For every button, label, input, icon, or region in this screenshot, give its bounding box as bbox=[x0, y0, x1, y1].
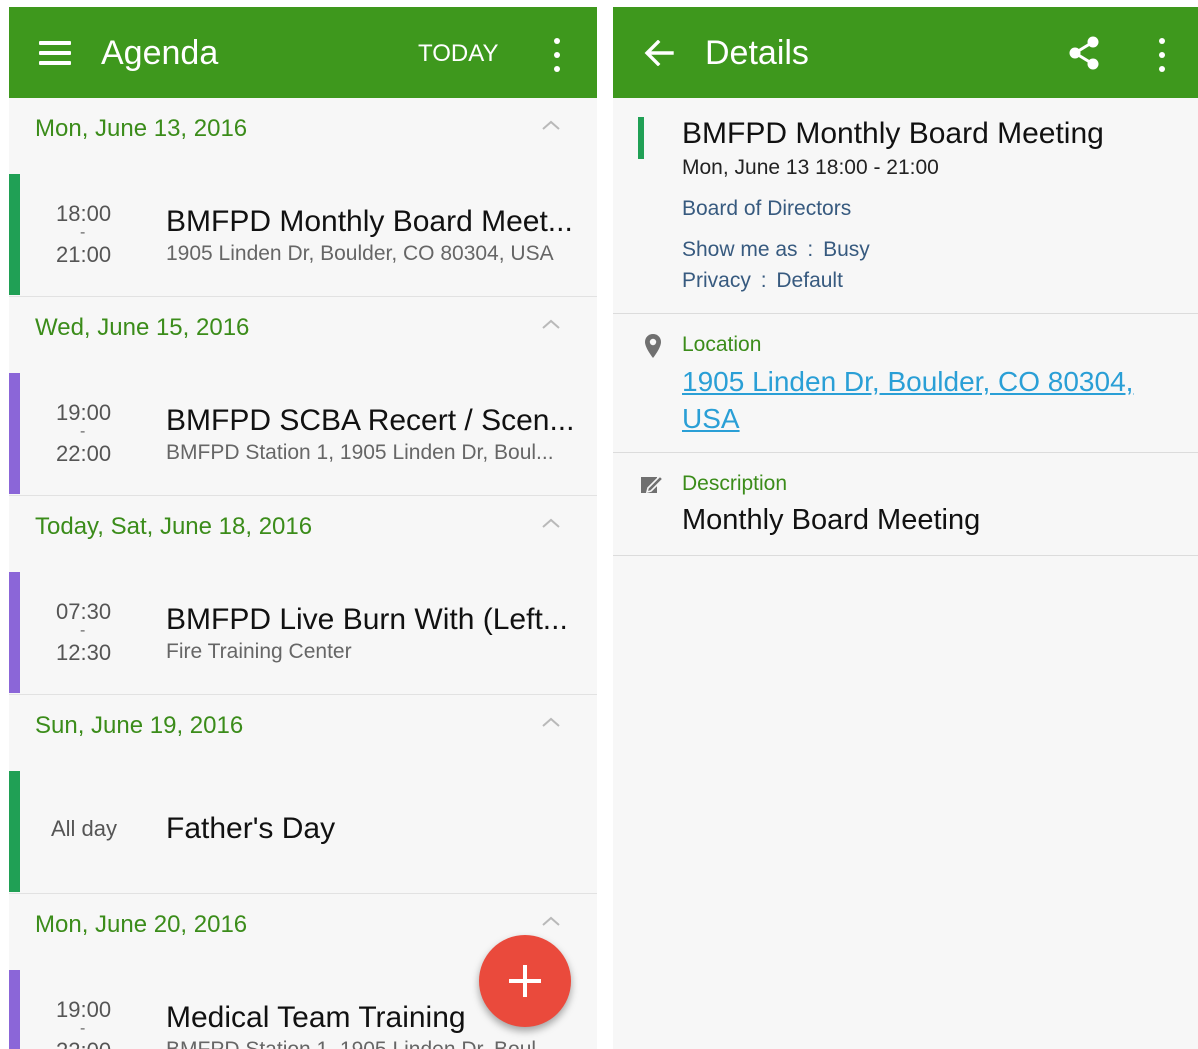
agenda-app-bar: Agenda TODAY bbox=[9, 7, 597, 98]
agenda-title: Agenda bbox=[101, 34, 219, 72]
event-item[interactable]: 19:00-22:00 BMFPD SCBA Recert / Scen... BM… bbox=[9, 373, 597, 496]
add-event-button[interactable] bbox=[479, 935, 571, 1027]
calendar-color-bar bbox=[9, 771, 20, 892]
chevron-up-icon[interactable] bbox=[539, 315, 563, 333]
end-time: 22:00 bbox=[56, 1038, 111, 1049]
chevron-up-icon[interactable] bbox=[539, 713, 563, 731]
event-title: Father's Day bbox=[166, 812, 336, 845]
location-section: Location 1905 Linden Dr, Boulder, CO 803… bbox=[613, 314, 1198, 453]
today-button[interactable]: TODAY bbox=[418, 39, 498, 69]
event-item[interactable]: 07:30-12:30 BMFPD Live Burn With (Left...… bbox=[9, 572, 597, 695]
separator: : bbox=[807, 238, 814, 261]
show-me-as-label: Show me as bbox=[682, 238, 798, 261]
privacy-value: Default bbox=[776, 269, 843, 292]
event-item[interactable]: 18:00-21:00 BMFPD Monthly Board Meet... 19… bbox=[9, 174, 597, 297]
event-time: Mon, June 13 18:00 - 21:00 bbox=[682, 156, 939, 179]
details-app-bar: Details bbox=[613, 7, 1198, 98]
date-label: Today, Sat, June 18, 2016 bbox=[35, 513, 313, 540]
description-label: Description bbox=[682, 472, 788, 495]
calendar-name: Board of Directors bbox=[682, 197, 852, 220]
show-me-as-value: Busy bbox=[823, 238, 870, 261]
end-time: 21:00 bbox=[56, 242, 112, 267]
end-time: 12:30 bbox=[56, 640, 112, 665]
calendar-color-bar bbox=[9, 970, 20, 1049]
date-header[interactable]: Sun, June 19, 2016 bbox=[9, 695, 597, 771]
calendar-color-bar bbox=[9, 174, 20, 295]
date-header[interactable]: Mon, June 13, 2016 bbox=[9, 98, 597, 174]
description-text: Monthly Board Meeting bbox=[682, 504, 981, 536]
date-label: Mon, June 13, 2016 bbox=[35, 115, 248, 142]
edit-note-icon bbox=[641, 474, 664, 494]
calendar-color-bar bbox=[9, 572, 20, 693]
time-separator: - bbox=[80, 622, 86, 639]
chevron-up-icon[interactable] bbox=[539, 912, 563, 930]
event-item[interactable]: All day Father's Day bbox=[9, 771, 597, 894]
calendar-color-bar bbox=[9, 373, 20, 494]
details-screen: Details BMFPD Monthly Board Meeting Mon,… bbox=[613, 7, 1198, 1049]
event-location: 1905 Linden Dr, Boulder, CO 80304, USA bbox=[166, 242, 554, 265]
time-separator: - bbox=[80, 423, 86, 440]
date-label: Wed, June 15, 2016 bbox=[35, 314, 250, 341]
location-pin-icon bbox=[645, 334, 661, 358]
event-title: BMFPD Monthly Board Meeting bbox=[682, 117, 1104, 150]
event-title: BMFPD Monthly Board Meet... bbox=[166, 205, 573, 238]
chevron-up-icon[interactable] bbox=[539, 514, 563, 532]
privacy-row: Privacy : Default bbox=[682, 268, 843, 294]
calendar-color-bar bbox=[638, 117, 644, 159]
event-title: BMFPD SCBA Recert / Scen... bbox=[166, 404, 575, 437]
event-summary: BMFPD Monthly Board Meeting Mon, June 13… bbox=[613, 98, 1198, 314]
date-label: Mon, June 20, 2016 bbox=[35, 911, 248, 938]
chevron-up-icon[interactable] bbox=[539, 116, 563, 134]
description-section: Description Monthly Board Meeting bbox=[613, 453, 1198, 556]
more-vert-icon[interactable] bbox=[553, 38, 561, 72]
location-label: Location bbox=[682, 333, 762, 356]
separator: : bbox=[760, 269, 767, 292]
event-location: Fire Training Center bbox=[166, 640, 352, 663]
show-me-as-row: Show me as : Busy bbox=[682, 237, 870, 263]
date-label: Sun, June 19, 2016 bbox=[35, 712, 244, 739]
event-location: BMFPD Station 1, 1905 Linden Dr, Boul... bbox=[166, 441, 554, 464]
arrow-back-icon[interactable] bbox=[644, 40, 674, 66]
time-separator: - bbox=[80, 1020, 86, 1037]
all-day-label: All day bbox=[51, 816, 118, 841]
more-vert-icon[interactable] bbox=[1158, 38, 1166, 72]
location-link[interactable]: 1905 Linden Dr, Boulder, CO 80304, USA bbox=[682, 363, 1182, 437]
agenda-screen: Agenda TODAY Mon, June 13, 2016 18:00-21:… bbox=[9, 7, 597, 1049]
hamburger-icon[interactable] bbox=[39, 41, 71, 65]
event-title: BMFPD Live Burn With (Left... bbox=[166, 603, 568, 636]
event-location: BMFPD Station 1, 1905 Linden Dr, Boul... bbox=[166, 1037, 576, 1049]
privacy-label: Privacy bbox=[682, 269, 751, 292]
date-header[interactable]: Today, Sat, June 18, 2016 bbox=[9, 496, 597, 572]
details-title: Details bbox=[705, 34, 809, 72]
share-icon[interactable] bbox=[1068, 36, 1100, 70]
end-time: 22:00 bbox=[56, 441, 112, 466]
date-header[interactable]: Wed, June 15, 2016 bbox=[9, 297, 597, 373]
time-separator: - bbox=[80, 224, 86, 241]
